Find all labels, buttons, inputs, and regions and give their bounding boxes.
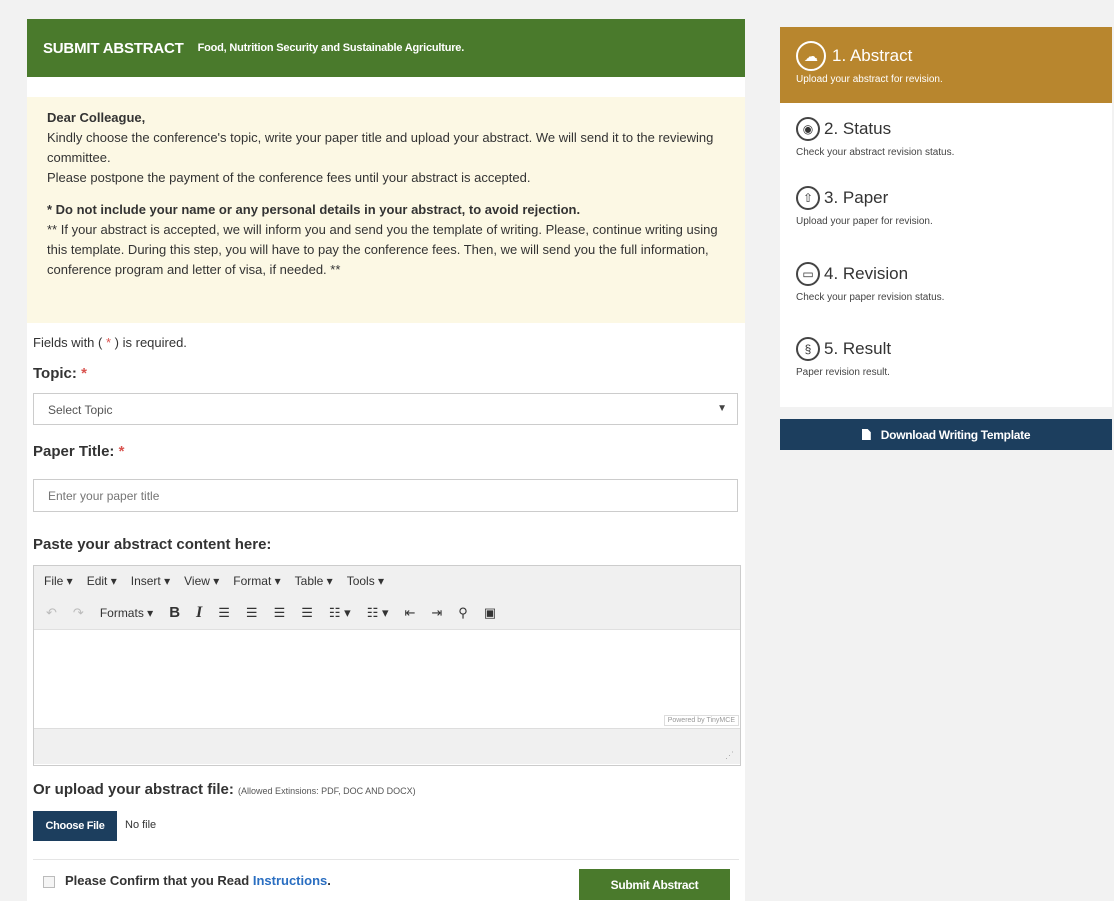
link-icon: § <box>796 337 820 361</box>
menu-table[interactable]: Table ▾ <box>295 574 333 588</box>
outdent-icon[interactable]: ⇤ <box>404 605 415 621</box>
menu-format[interactable]: Format ▾ <box>233 574 280 588</box>
menu-tools[interactable]: Tools ▾ <box>347 574 384 588</box>
confirm-label: Please Confirm that you Read Instruction… <box>65 873 331 888</box>
laptop-icon: ▭ <box>796 262 820 286</box>
page-title: SUBMIT ABSTRACT <box>43 39 184 57</box>
step-abstract[interactable]: ☁ 1. Abstract Upload your abstract for re… <box>780 27 1112 103</box>
notice-greeting: Dear Colleague, <box>47 110 146 125</box>
divider <box>33 859 739 860</box>
step-revision[interactable]: ▭ 4. Revision Check your paper revision s… <box>780 254 1112 329</box>
eye-icon: ◉ <box>796 117 820 141</box>
topic-label: Topic: * <box>33 365 87 382</box>
download-template-button[interactable]: Download Writing Template <box>780 419 1112 450</box>
upload-icon: ⇧ <box>796 186 820 210</box>
no-file-text: No file <box>125 819 157 831</box>
steps-list: ☁ 1. Abstract Upload your abstract for re… <box>780 27 1112 407</box>
paper-title-input[interactable] <box>33 479 738 512</box>
editor-menubar: File ▾ Edit ▾ Insert ▾ View ▾ Format ▾ T… <box>34 566 740 596</box>
file-icon <box>861 429 871 440</box>
notice-box: Dear Colleague, Kindly choose the confer… <box>27 97 745 323</box>
align-justify-icon[interactable]: ☰ <box>301 605 313 621</box>
confirm-checkbox[interactable] <box>43 876 55 888</box>
notice-line3: ** If your abstract is accepted, we will… <box>47 222 718 277</box>
align-center-icon[interactable]: ☰ <box>246 605 258 621</box>
italic-icon[interactable]: I <box>196 604 202 622</box>
menu-view[interactable]: View ▾ <box>184 574 219 588</box>
submit-abstract-button[interactable]: Submit Abstract <box>579 869 730 900</box>
upload-hint: (Allowed Extinsions: PDF, DOC AND DOCX) <box>238 786 416 796</box>
link-icon[interactable]: ⚲ <box>458 605 468 621</box>
conference-name: Food, Nutrition Security and Sustainable… <box>197 42 465 54</box>
required-hint: Fields with ( * ) is required. <box>33 335 187 350</box>
instructions-link[interactable]: Instructions <box>253 873 327 888</box>
align-right-icon[interactable]: ☰ <box>274 605 286 621</box>
topic-select[interactable]: Select Topic ▼ <box>33 393 738 425</box>
abstract-label: Paste your abstract content here: <box>33 536 272 553</box>
upload-label: Or upload your abstract file: (Allowed E… <box>33 781 416 798</box>
step-status[interactable]: ◉ 2. Status Check your abstract revision … <box>780 103 1112 178</box>
image-icon[interactable]: ▣ <box>484 605 496 621</box>
panel-header: SUBMIT ABSTRACT Food, Nutrition Security… <box>27 19 745 77</box>
notice-line1: Kindly choose the conference's topic, wr… <box>47 130 714 165</box>
cloud-upload-icon: ☁ <box>796 41 826 71</box>
bullet-list-icon[interactable]: ☷ ▾ <box>329 605 351 621</box>
editor-content-area[interactable]: Powered by TinyMCE <box>34 630 740 728</box>
menu-edit[interactable]: Edit ▾ <box>87 574 117 588</box>
menu-file[interactable]: File ▾ <box>44 574 73 588</box>
bold-icon[interactable]: B <box>169 604 180 621</box>
editor-statusbar: ⋰ <box>34 728 740 764</box>
paper-title-label: Paper Title: * <box>33 443 125 460</box>
notice-warning: * Do not include your name or any person… <box>47 202 581 217</box>
step-result[interactable]: § 5. Result Paper revision result. <box>780 329 1112 407</box>
formats-dropdown[interactable]: Formats ▾ <box>100 606 153 620</box>
undo-icon[interactable]: ↶ <box>46 605 57 621</box>
choose-file-button[interactable]: Choose File <box>33 811 117 841</box>
powered-by-tinymce[interactable]: Powered by TinyMCE <box>663 715 739 726</box>
indent-icon[interactable]: ⇥ <box>431 605 442 621</box>
steps-sidebar: ☁ 1. Abstract Upload your abstract for re… <box>780 27 1112 450</box>
rich-text-editor: File ▾ Edit ▾ Insert ▾ View ▾ Format ▾ T… <box>33 565 741 766</box>
dropdown-arrow-icon: ▼ <box>717 403 727 414</box>
topic-select-value: Select Topic <box>48 403 113 417</box>
align-left-icon[interactable]: ☰ <box>218 605 230 621</box>
notice-line2: Please postpone the payment of the confe… <box>47 170 531 185</box>
editor-toolbar: ↶ ↷ Formats ▾ B I ☰ ☰ ☰ ☰ ☷ ▾ ☷ ▾ ⇤ ⇥ ⚲ … <box>34 596 740 630</box>
submit-panel: SUBMIT ABSTRACT Food, Nutrition Security… <box>27 19 745 901</box>
resize-handle-icon[interactable]: ⋰ <box>725 750 734 761</box>
numbered-list-icon[interactable]: ☷ ▾ <box>367 605 389 621</box>
menu-insert[interactable]: Insert ▾ <box>131 574 170 588</box>
step-paper[interactable]: ⇧ 3. Paper Upload your paper for revision… <box>780 178 1112 254</box>
redo-icon[interactable]: ↷ <box>73 605 84 621</box>
